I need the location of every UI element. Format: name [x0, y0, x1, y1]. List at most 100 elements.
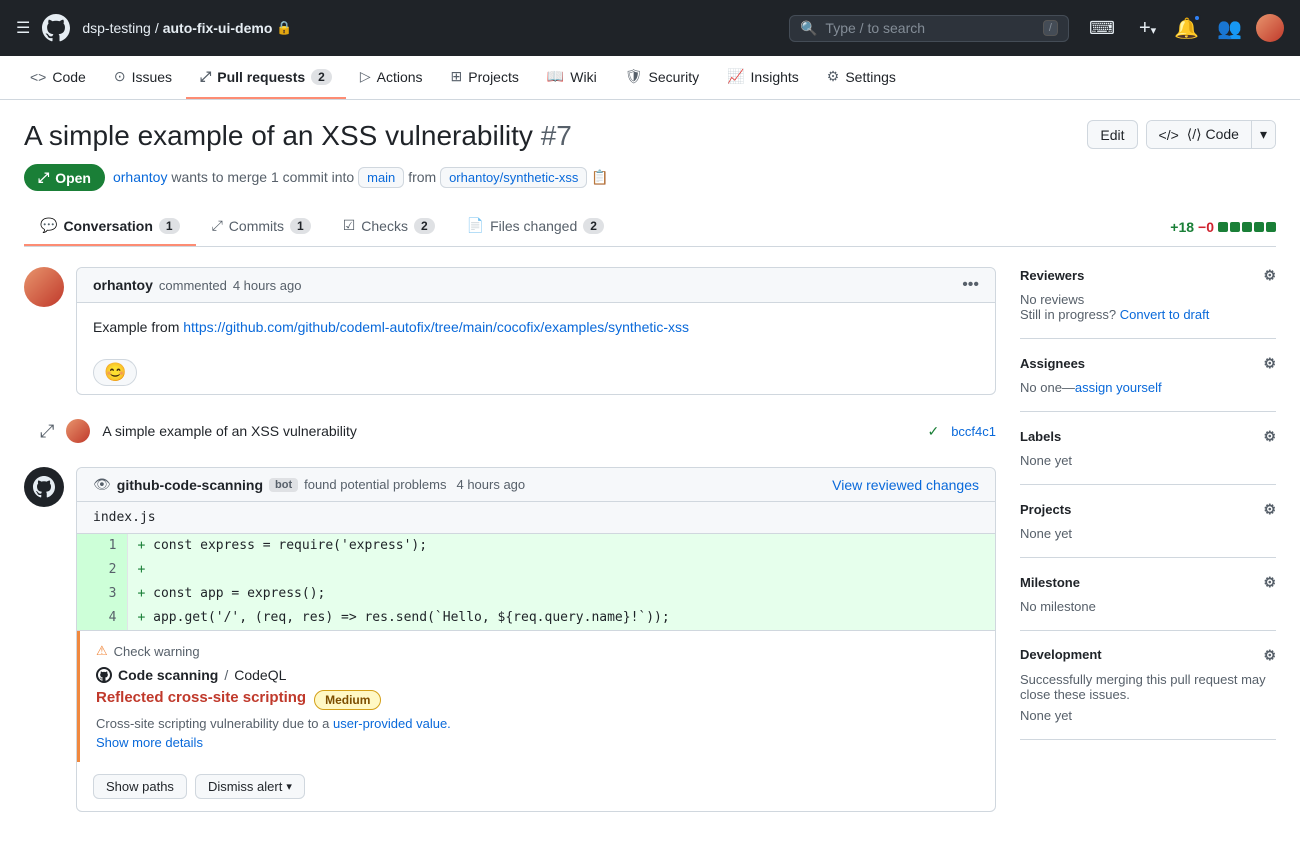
pr-icon: ⤢ [200, 68, 211, 85]
avatar[interactable] [1256, 14, 1284, 42]
commenter-avatar [24, 267, 64, 307]
convert-to-draft-link[interactable]: Convert to draft [1120, 307, 1210, 322]
tab-commits[interactable]: ⤢ Commits 1 [196, 207, 327, 246]
checks-icon: ☑ [343, 217, 356, 234]
wiki-icon: 📖 [547, 68, 564, 85]
assign-yourself-link[interactable]: assign yourself [1075, 380, 1162, 395]
commit-message: A simple example of an XSS vulnerability [102, 423, 915, 439]
user-provided-link[interactable]: user-provided value. [333, 716, 451, 731]
vuln-title: Reflected cross-site scripting [96, 689, 306, 706]
view-reviewed-changes-link[interactable]: View reviewed changes [832, 477, 979, 493]
code-dropdown-button[interactable]: ▾ [1251, 121, 1275, 148]
tab-conversation[interactable]: 💬 Conversation 1 [24, 207, 196, 246]
diff-bar-5 [1266, 222, 1276, 232]
people-button[interactable]: 👥 [1213, 12, 1246, 45]
repo-nav: <> Code ⊙ Issues ⤢ Pull requests 2 ▷ Act… [0, 56, 1300, 100]
code-scanning-row: 👁 github-code-scanning bot found potenti… [24, 467, 996, 812]
insights-icon: 📈 [727, 68, 744, 85]
reviewers-gear-icon[interactable]: ⚙ [1263, 267, 1276, 284]
warning-box: ⚠ Check warning Code scanning / CodeQL [77, 631, 995, 762]
assignees-title: Assignees ⚙ [1020, 355, 1276, 372]
commit-row: ⤢ A simple example of an XSS vulnerabili… [24, 411, 996, 451]
cs-bot-label: bot [269, 478, 298, 492]
repo-link[interactable]: auto-fix-ui-demo [163, 20, 273, 36]
code-line-1: 1 + const express = require('express'); [77, 534, 995, 558]
sidebar-reviewers: Reviewers ⚙ No reviews Still in progress… [1020, 267, 1276, 339]
settings-icon: ⚙ [827, 68, 840, 85]
nav-settings[interactable]: ⚙ Settings [813, 56, 910, 99]
tab-checks[interactable]: ☑ Checks 2 [327, 207, 451, 246]
nav-actions[interactable]: ▷ Actions [346, 56, 437, 99]
pr-title-actions: Edit </> ⟨/⟩ Code ▾ [1087, 120, 1276, 149]
target-branch[interactable]: main [358, 167, 404, 188]
commits-icon: ⤢ [212, 217, 223, 234]
org-link[interactable]: dsp-testing [82, 20, 150, 36]
code-table: 1 + const express = require('express'); … [77, 534, 995, 630]
code-button[interactable]: </> ⟨/⟩ Code [1147, 121, 1251, 148]
milestone-title: Milestone ⚙ [1020, 574, 1276, 591]
issues-icon: ⊙ [114, 68, 126, 85]
development-gear-icon[interactable]: ⚙ [1263, 647, 1276, 664]
pr-timeline: orhantoy commented 4 hours ago ••• Examp… [24, 267, 996, 828]
comment-link[interactable]: https://github.com/github/codeml-autofix… [183, 319, 689, 335]
terminal-icon[interactable]: ⌨ [1089, 18, 1115, 39]
nav-issues[interactable]: ⊙ Issues [100, 56, 186, 99]
notification-dot [1193, 14, 1201, 22]
bot-avatar [24, 467, 64, 507]
nav-projects[interactable]: ⊞ Projects [437, 56, 533, 99]
files-count: 2 [583, 218, 604, 234]
search-kbd: / [1043, 20, 1058, 36]
edit-button[interactable]: Edit [1087, 120, 1137, 149]
projects-gear-icon[interactable]: ⚙ [1263, 501, 1276, 518]
commits-count: 1 [290, 218, 311, 234]
show-more-link[interactable]: Show more details [96, 735, 979, 750]
author-link[interactable]: orhantoy [113, 169, 167, 185]
actions-icon: ▷ [360, 68, 371, 85]
nav-insights[interactable]: 📈 Insights [713, 56, 813, 99]
search-box[interactable]: 🔍 / [789, 15, 1069, 42]
milestone-gear-icon[interactable]: ⚙ [1263, 574, 1276, 591]
cs-tool-title: Code scanning / CodeQL [96, 667, 979, 683]
reviewers-subtext: Still in progress? Convert to draft [1020, 307, 1276, 322]
code-line-2: 2 + [77, 558, 995, 582]
comment-time: 4 hours ago [233, 278, 302, 293]
labels-gear-icon[interactable]: ⚙ [1263, 428, 1276, 445]
vuln-title-row: Reflected cross-site scripting Medium [96, 689, 979, 710]
code-button-group: </> ⟨/⟩ Code ▾ [1146, 120, 1276, 149]
pr-number: #7 [541, 120, 572, 151]
reviewers-value: No reviews [1020, 292, 1276, 307]
commit-author-avatar [66, 419, 90, 443]
pr-count-badge: 2 [311, 69, 332, 85]
commit-line-icon: ⤢ [40, 421, 54, 442]
commit-hash-link[interactable]: bccf4c1 [951, 424, 996, 439]
code-scanning-box: 👁 github-code-scanning bot found potenti… [76, 467, 996, 812]
copy-icon[interactable]: 📋 [591, 169, 608, 185]
projects-value: None yet [1020, 526, 1276, 541]
search-input[interactable] [825, 20, 1035, 36]
line-num-3: 3 [77, 582, 127, 606]
nav-wiki[interactable]: 📖 Wiki [533, 56, 611, 99]
dismiss-alert-button[interactable]: Dismiss alert ▾ [195, 774, 305, 799]
tab-files-changed[interactable]: 📄 Files changed 2 [451, 207, 620, 246]
nav-icons: +▾ 🔔 👥 [1135, 12, 1284, 45]
reaction-button[interactable]: 😊 [93, 359, 137, 386]
nav-security[interactable]: 🛡 Security [611, 56, 713, 99]
assignees-gear-icon[interactable]: ⚙ [1263, 355, 1276, 372]
security-icon: 🛡 [625, 68, 643, 85]
comment-menu-button[interactable]: ••• [962, 276, 979, 294]
pr-meta: orhantoy wants to merge 1 commit into ma… [113, 169, 609, 186]
create-button[interactable]: +▾ [1135, 13, 1160, 44]
assignees-value: No one—assign yourself [1020, 380, 1276, 395]
github-logo[interactable] [42, 14, 70, 42]
notifications-button[interactable]: 🔔 [1170, 12, 1203, 45]
severity-badge: Medium [314, 690, 381, 710]
nav-pull-requests[interactable]: ⤢ Pull requests 2 [186, 56, 346, 99]
cs-header: 👁 github-code-scanning bot found potenti… [77, 468, 995, 502]
code-line-3: 3 + const app = express(); [77, 582, 995, 606]
hamburger-icon[interactable]: ☰ [16, 18, 30, 38]
diff-stat: +18 −0 [1170, 219, 1276, 235]
show-paths-button[interactable]: Show paths [93, 774, 187, 799]
status-badge: ⤢ Open [24, 164, 105, 191]
source-branch[interactable]: orhantoy/synthetic-xss [440, 167, 587, 188]
nav-code[interactable]: <> Code [16, 56, 100, 99]
